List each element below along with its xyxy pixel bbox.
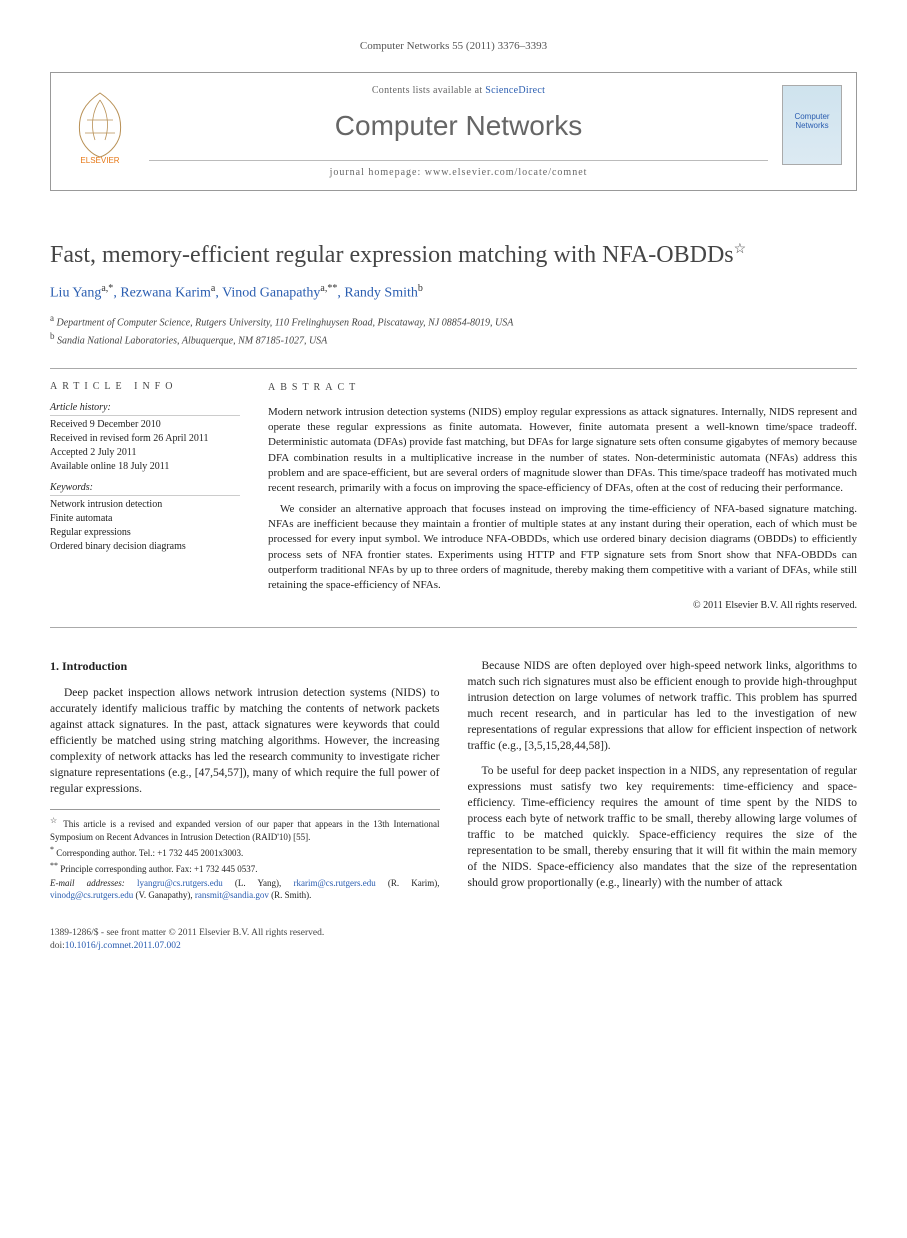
contents-available: Contents lists available at ScienceDirec… bbox=[149, 85, 768, 96]
author[interactable]: Rezwana Karim bbox=[120, 286, 211, 301]
keyword: Finite automata bbox=[50, 512, 240, 526]
article-title: Fast, memory-efficient regular expressio… bbox=[50, 241, 857, 269]
abstract-para: We consider an alternative approach that… bbox=[268, 502, 857, 593]
journal-cover-thumb: Computer Networks bbox=[782, 85, 842, 165]
email-link[interactable]: vinodg@cs.rutgers.edu bbox=[50, 890, 133, 900]
homepage-url[interactable]: www.elsevier.com/locate/comnet bbox=[425, 167, 588, 178]
journal-homepage: journal homepage: www.elsevier.com/locat… bbox=[149, 160, 768, 178]
top-citation: Computer Networks 55 (2011) 3376–3393 bbox=[50, 40, 857, 52]
email-link[interactable]: lyangru@cs.rutgers.edu bbox=[137, 878, 223, 888]
author[interactable]: Vinod Ganapathy bbox=[222, 286, 320, 301]
abstract: ABSTRACT Modern network intrusion detect… bbox=[268, 381, 857, 613]
history-item: Received 9 December 2010 bbox=[50, 418, 240, 432]
title-footnote-star: ☆ bbox=[734, 242, 747, 257]
journal-name: Computer Networks bbox=[149, 110, 768, 142]
sciencedirect-link[interactable]: ScienceDirect bbox=[485, 85, 545, 96]
abstract-heading: ABSTRACT bbox=[268, 381, 857, 395]
footnotes: ☆ This article is a revised and expanded… bbox=[50, 809, 440, 901]
history-label: Article history: bbox=[50, 402, 240, 416]
doi-block: 1389-1286/$ - see front matter © 2011 El… bbox=[50, 927, 857, 952]
article-info: ARTICLE INFO Article history: Received 9… bbox=[50, 381, 240, 613]
author[interactable]: Liu Yang bbox=[50, 286, 101, 301]
history-item: Available online 18 July 2011 bbox=[50, 460, 240, 474]
keyword: Regular expressions bbox=[50, 526, 240, 540]
doi-link[interactable]: 10.1016/j.comnet.2011.07.002 bbox=[65, 941, 181, 951]
body-text: 1. Introduction Deep packet inspection a… bbox=[50, 658, 857, 901]
abstract-copyright: © 2011 Elsevier B.V. All rights reserved… bbox=[268, 599, 857, 613]
svg-text:ELSEVIER: ELSEVIER bbox=[80, 156, 119, 165]
author[interactable]: Randy Smith bbox=[344, 286, 418, 301]
email-link[interactable]: ransmit@sandia.gov bbox=[195, 890, 269, 900]
keyword: Network intrusion detection bbox=[50, 498, 240, 512]
body-para: Because NIDS are often deployed over hig… bbox=[468, 658, 858, 755]
star-icon: ☆ bbox=[50, 816, 59, 825]
body-para: To be useful for deep packet inspection … bbox=[468, 763, 858, 892]
journal-header: ELSEVIER Contents lists available at Sci… bbox=[50, 72, 857, 191]
keyword: Ordered binary decision diagrams bbox=[50, 540, 240, 554]
section-heading: 1. Introduction bbox=[50, 658, 440, 675]
body-para: Deep packet inspection allows network in… bbox=[50, 685, 440, 798]
abstract-para: Modern network intrusion detection syste… bbox=[268, 405, 857, 496]
affiliations: a Department of Computer Science, Rutger… bbox=[50, 312, 857, 349]
history-item: Accepted 2 July 2011 bbox=[50, 446, 240, 460]
authors-line: Liu Yanga,*, Rezwana Karima, Vinod Ganap… bbox=[50, 283, 857, 302]
history-item: Received in revised form 26 April 2011 bbox=[50, 432, 240, 446]
keywords-label: Keywords: bbox=[50, 482, 240, 496]
elsevier-logo: ELSEVIER bbox=[65, 85, 135, 165]
email-link[interactable]: rkarim@cs.rutgers.edu bbox=[293, 878, 375, 888]
article-info-heading: ARTICLE INFO bbox=[50, 381, 240, 392]
